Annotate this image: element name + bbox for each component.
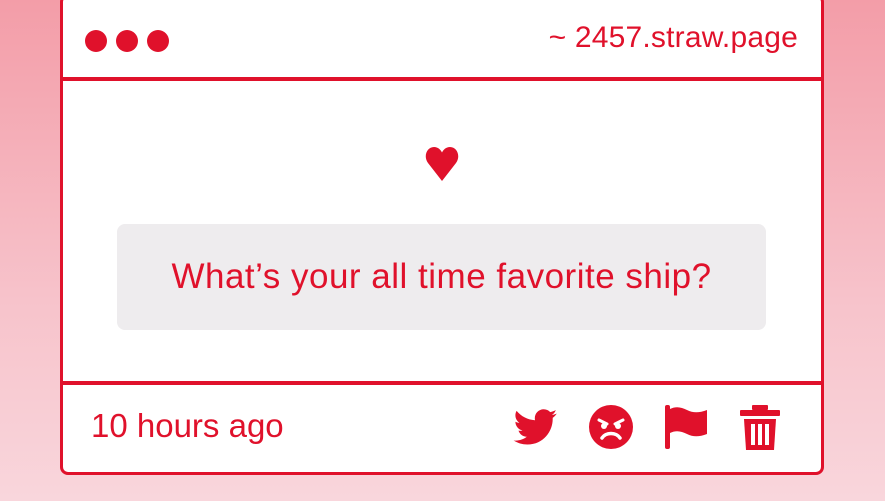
twitter-icon [513,409,557,445]
post-card: ~ 2457.straw.page What’s your all time f… [60,0,824,475]
page-url[interactable]: ~ 2457.straw.page [549,21,798,55]
report-flag-button[interactable] [662,403,710,451]
window-titlebar: ~ 2457.straw.page [63,0,821,81]
post-footer: 10 hours ago [63,381,821,472]
heart-icon [425,146,459,182]
question-text: What’s your all time favorite ship? [171,257,712,296]
twitter-share-button[interactable] [511,403,559,451]
angry-face-icon [589,405,633,449]
question-box: What’s your all time favorite ship? [117,224,766,330]
post-timestamp: 10 hours ago [91,407,284,444]
window-dot [147,30,169,52]
trash-icon [740,405,780,450]
delete-button[interactable] [736,403,784,451]
window-dot [85,30,107,52]
angry-reaction-button[interactable] [587,403,635,451]
window-dot [116,30,138,52]
flag-icon [665,405,707,449]
